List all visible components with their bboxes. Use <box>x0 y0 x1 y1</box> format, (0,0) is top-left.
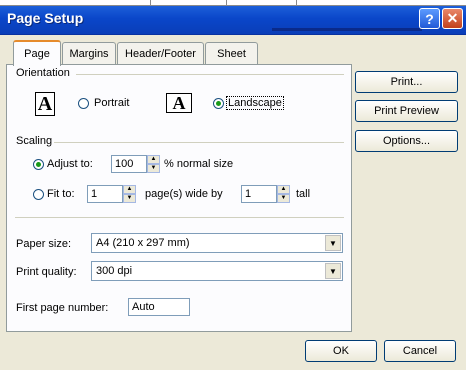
spin-down-icon[interactable]: ▼ <box>123 194 136 203</box>
portrait-radio[interactable] <box>78 98 89 109</box>
landscape-icon: A <box>166 93 192 113</box>
first-page-number-input[interactable]: Auto <box>128 298 190 316</box>
adjust-to-radio[interactable] <box>33 159 44 170</box>
normal-size-label: % normal size <box>164 158 234 170</box>
portrait-icon-glyph: A <box>37 92 53 115</box>
landscape-icon-glyph: A <box>172 92 186 113</box>
landscape-label[interactable]: Landscape <box>226 96 284 110</box>
ok-button[interactable]: OK <box>305 340 377 362</box>
adjust-to-label[interactable]: Adjust to: <box>47 158 93 170</box>
fit-wide-spinner[interactable]: ▲ ▼ <box>123 185 136 203</box>
options-button-label: Options... <box>382 135 431 147</box>
spin-down-icon[interactable]: ▼ <box>277 194 290 203</box>
print-preview-button-label: Print Preview <box>374 105 439 117</box>
fit-wide-input[interactable]: 1 <box>87 185 123 203</box>
spin-up-icon[interactable]: ▲ <box>123 185 136 194</box>
orientation-divider <box>76 74 344 75</box>
portrait-label[interactable]: Portrait <box>94 97 129 109</box>
adjust-percent-input[interactable]: 100 <box>111 155 147 173</box>
paper-size-value: A4 (210 x 297 mm) <box>96 237 190 249</box>
chevron-down-icon[interactable]: ▼ <box>325 235 341 251</box>
scaling-group-label: Scaling <box>16 135 53 147</box>
fit-to-radio[interactable] <box>33 189 44 200</box>
print-button[interactable]: Print... <box>355 71 458 93</box>
tall-label: tall <box>296 188 311 200</box>
chevron-down-icon[interactable]: ▼ <box>325 263 341 279</box>
ok-button-label: OK <box>333 345 349 357</box>
options-button[interactable]: Options... <box>355 130 458 152</box>
fit-tall-spinner[interactable]: ▲ ▼ <box>277 185 290 203</box>
fit-tall-input[interactable]: 1 <box>241 185 277 203</box>
print-quality-label: Print quality: <box>16 266 77 278</box>
print-quality-value: 300 dpi <box>96 265 133 277</box>
scaling-divider <box>54 142 344 143</box>
pages-wide-label: page(s) wide by <box>145 188 223 200</box>
first-page-number-label: First page number: <box>16 302 109 314</box>
spin-down-icon[interactable]: ▼ <box>147 164 160 173</box>
paper-divider <box>15 217 344 218</box>
adjust-percent-spinner[interactable]: ▲ ▼ <box>147 155 160 173</box>
print-quality-select[interactable]: 300 dpi ▼ <box>91 261 343 281</box>
cancel-button[interactable]: Cancel <box>384 340 456 362</box>
print-preview-button[interactable]: Print Preview <box>355 100 458 122</box>
portrait-icon: A <box>35 92 55 116</box>
orientation-group-label: Orientation <box>16 67 70 79</box>
print-button-label: Print... <box>390 76 423 88</box>
paper-size-select[interactable]: A4 (210 x 297 mm) ▼ <box>91 233 343 253</box>
landscape-radio[interactable] <box>213 98 224 109</box>
paper-size-label: Paper size: <box>16 238 72 250</box>
cancel-button-label: Cancel <box>402 345 438 357</box>
spin-up-icon[interactable]: ▲ <box>147 155 160 164</box>
fit-to-label[interactable]: Fit to: <box>47 188 75 200</box>
spin-up-icon[interactable]: ▲ <box>277 185 290 194</box>
